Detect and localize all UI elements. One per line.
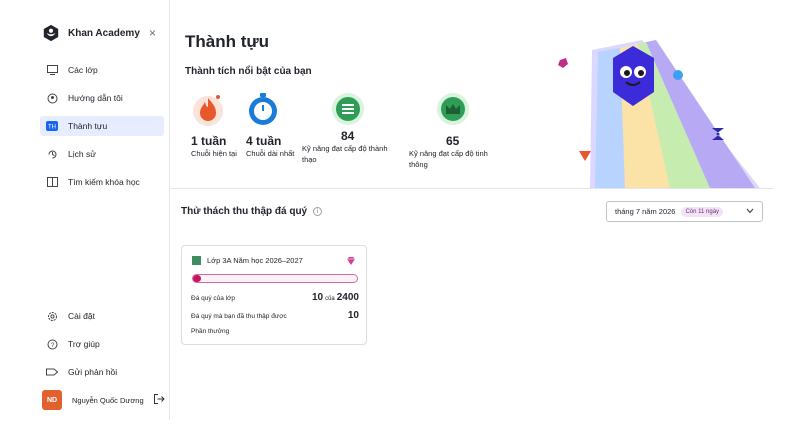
stat-longest-streak: 4 tuần Chuỗi dài nhất: [246, 92, 296, 159]
sidebar-item-label: Trợ giúp: [68, 339, 100, 349]
stat-mastery-skills: 84 Kỹ năng đạt cấp độ thành thạo: [302, 92, 392, 165]
sidebar-item-classes[interactable]: Các lớp: [40, 60, 164, 80]
class-gems-label: Đá quý của lớp: [191, 295, 236, 302]
mentor-icon: [46, 92, 58, 104]
class-gems-count: 10 của 2400: [311, 292, 359, 303]
svg-text:?: ?: [50, 342, 54, 349]
section-title-text: Thử thách thu thập đá quý: [181, 206, 308, 217]
info-icon[interactable]: i: [313, 207, 323, 216]
achievement-illustration: [558, 40, 760, 188]
sidebar-item-label: Cài đặt: [68, 311, 95, 321]
mastery-icon: [332, 93, 364, 125]
sidebar-item-label: Hướng dẫn tôi: [68, 93, 123, 103]
month-value: tháng 7 năm 2026: [615, 207, 676, 216]
stopwatch-icon: [249, 93, 277, 125]
days-left-badge: Còn 11 ngày: [681, 206, 724, 217]
gear-icon: [46, 310, 58, 322]
stat-value: 65: [446, 134, 460, 148]
progress-fill: [193, 275, 201, 282]
reward-label: Phần thưởng: [191, 328, 230, 335]
sidebar-item-course-search[interactable]: Tìm kiếm khóa học: [40, 172, 164, 192]
khan-academy-logo-icon: [43, 24, 59, 42]
stat-label: Kỹ năng đạt cấp độ thành thạo: [302, 144, 388, 164]
my-gems-count: 10: [347, 310, 359, 321]
classroom-icon: [46, 64, 58, 76]
card-header: Lớp 3A Năm học 2026–2027: [192, 256, 303, 265]
user-profile[interactable]: ND Nguyễn Quốc Dương: [42, 390, 165, 410]
stat-label: Kỹ năng đạt cấp độ tinh thông: [409, 149, 488, 169]
course-search-icon: [46, 176, 58, 188]
class-name: Lớp 3A Năm học 2026–2027: [207, 256, 303, 265]
class-color-swatch: [192, 256, 201, 265]
sidebar-item-label: Thành tựu: [68, 121, 108, 131]
sidebar-item-label: Gửi phản hồi: [68, 367, 118, 377]
flame-icon: [193, 95, 223, 126]
stat-label: Chuỗi dài nhất: [246, 149, 295, 158]
stat-current-streak: 1 tuần Chuỗi hiện tại: [191, 92, 241, 159]
logout-icon[interactable]: [153, 393, 165, 407]
stat-value: 1 tuần: [191, 134, 227, 148]
avatar: ND: [42, 390, 62, 410]
sidebar-item-history[interactable]: Lịch sử: [40, 144, 164, 164]
month-select[interactable]: tháng 7 năm 2026 Còn 11 ngày: [606, 201, 763, 222]
svg-text:TH: TH: [48, 125, 56, 131]
trophy-icon: TH: [46, 120, 58, 132]
stat-value: 4 tuần: [246, 134, 282, 148]
brand[interactable]: Khan Academy: [42, 24, 140, 42]
user-name: Nguyễn Quốc Dương: [72, 395, 144, 405]
my-gems-row: Đá quý mà bạn đã thu thập được 10: [191, 310, 359, 321]
brand-name: Khan Academy: [68, 27, 140, 39]
sidebar: Khan Academy × Các lớp Hướng dẫn tôi TH …: [0, 0, 170, 420]
highlights-title: Thành tích nổi bật của bạn: [185, 66, 312, 77]
stat-value: 84: [341, 129, 355, 143]
sidebar-item-label: Tìm kiếm khóa học: [68, 177, 140, 187]
stat-proficient-skills: 65 Kỹ năng đạt cấp độ tinh thông: [409, 92, 507, 170]
sidebar-item-label: Lịch sử: [68, 149, 96, 159]
gem-challenge-title: Thử thách thu thập đá quý i: [181, 206, 323, 217]
crown-icon: [437, 93, 469, 125]
class-gems-row: Đá quý của lớp 10 của 2400: [191, 292, 359, 303]
sidebar-item-mentor[interactable]: Hướng dẫn tôi: [40, 88, 164, 108]
gem-icon: [347, 257, 355, 265]
sidebar-item-help[interactable]: ? Trợ giúp: [40, 334, 164, 354]
sidebar-item-feedback[interactable]: Gửi phản hồi: [40, 362, 164, 382]
my-gems-label: Đá quý mà bạn đã thu thập được: [191, 313, 287, 320]
sidebar-item-settings[interactable]: Cài đặt: [40, 306, 164, 326]
chevron-down-icon: [746, 207, 754, 216]
pentagon-decoration: [558, 58, 568, 68]
sidebar-item-achievements[interactable]: TH Thành tựu: [40, 116, 164, 136]
feedback-icon: [46, 366, 58, 378]
help-icon: ?: [46, 338, 58, 350]
close-icon[interactable]: ×: [149, 26, 156, 40]
page-title: Thành tựu: [185, 32, 270, 51]
stat-label: Chuỗi hiện tại: [191, 149, 237, 158]
sidebar-item-label: Các lớp: [68, 65, 98, 75]
sidebar-nav: Các lớp Hướng dẫn tôi TH Thành tựu Lịch …: [40, 60, 164, 200]
gem-progress-bar: [192, 274, 358, 283]
history-icon: [46, 148, 58, 160]
section-divider: [171, 188, 774, 189]
sidebar-bottom-nav: Cài đặt ? Trợ giúp Gửi phản hồi: [40, 306, 164, 390]
class-gem-card[interactable]: Lớp 3A Năm học 2026–2027 Đá quý của lớp …: [181, 245, 367, 345]
